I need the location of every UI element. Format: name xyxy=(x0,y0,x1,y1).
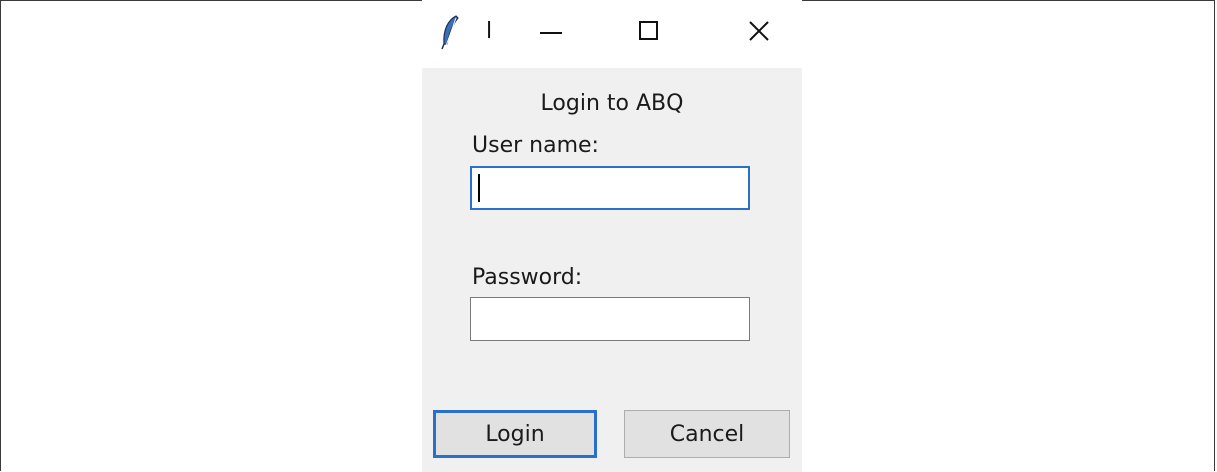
username-label: User name: xyxy=(472,133,599,158)
maximize-button[interactable] xyxy=(624,10,674,56)
title-bar[interactable]: l xyxy=(422,0,802,68)
login-dialog-window: l Login to ABQ User name: Password: Logi… xyxy=(422,0,802,472)
close-button[interactable] xyxy=(734,10,784,56)
username-input[interactable] xyxy=(470,166,750,210)
text-cursor xyxy=(478,174,480,202)
dialog-heading: Login to ABQ xyxy=(540,91,684,116)
password-input[interactable] xyxy=(470,297,750,341)
maximize-icon xyxy=(638,20,660,46)
minimize-button[interactable] xyxy=(526,10,576,56)
cancel-button[interactable]: Cancel xyxy=(624,410,790,458)
feather-icon xyxy=(440,14,462,50)
login-button[interactable]: Login xyxy=(433,410,597,458)
minimize-icon xyxy=(539,19,563,47)
window-title: l xyxy=(486,19,493,44)
dialog-body: Login to ABQ User name: Password: Login … xyxy=(422,68,802,472)
close-icon xyxy=(747,19,771,47)
password-label: Password: xyxy=(472,265,583,290)
